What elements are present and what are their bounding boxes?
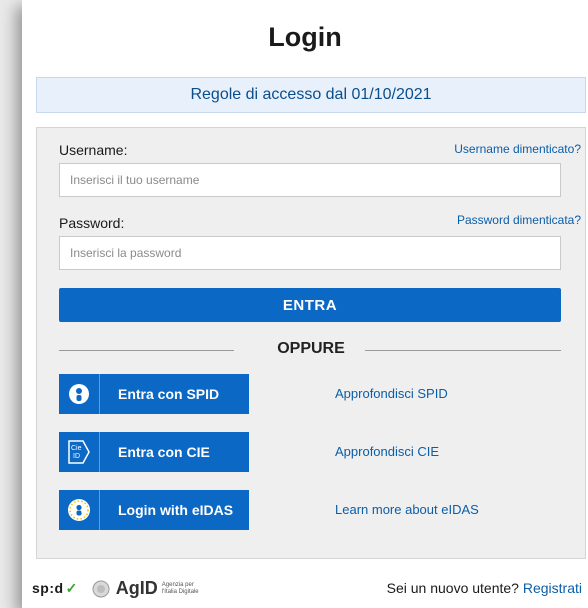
- agid-emblem-icon: [92, 580, 110, 597]
- cie-login-button[interactable]: Cie ID Entra con CIE: [59, 432, 249, 472]
- password-input[interactable]: [59, 236, 561, 270]
- page-title: Login: [268, 22, 342, 52]
- forgot-username-link[interactable]: Username dimenticato?: [454, 142, 581, 156]
- login-submit-button[interactable]: ENTRA: [59, 288, 561, 322]
- cie-button-label: Entra con CIE: [118, 444, 210, 460]
- register-prompt: Sei un nuovo utente? Registrati: [387, 580, 582, 596]
- eidas-button-label: Login with eIDAS: [118, 502, 234, 518]
- agid-subtitle: Agenzia per l'Italia Digitale: [161, 581, 199, 595]
- agid-logo-text: AgID: [115, 578, 158, 598]
- access-rules-notice[interactable]: Regole di accesso dal 01/10/2021: [36, 77, 586, 113]
- spid-logo: sp:d ✓: [32, 580, 78, 597]
- cie-more-link[interactable]: Approfondisci CIE: [335, 444, 439, 459]
- divider-right: [365, 350, 561, 351]
- login-form: Username: Username dimenticato? Password…: [36, 127, 586, 559]
- forgot-password-link[interactable]: Password dimenticata?: [457, 213, 581, 227]
- password-label: Password:: [59, 215, 125, 231]
- eidas-more-link[interactable]: Learn more about eIDAS: [335, 502, 479, 517]
- spid-more-link[interactable]: Approfondisci SPID: [335, 386, 448, 401]
- spid-logo-text: sp:d: [32, 580, 64, 596]
- agid-logo: AgID Agenzia per l'Italia Digitale: [92, 578, 206, 599]
- spid-login-button[interactable]: Entra con SPID: [59, 374, 249, 414]
- new-user-text: Sei un nuovo utente?: [386, 580, 519, 596]
- cie-icon-text-bottom: ID: [73, 453, 80, 460]
- footer-logos: sp:d ✓ AgID Agenzia per l'Italia Digitale: [32, 578, 206, 599]
- username-input[interactable]: [59, 163, 561, 197]
- check-icon: ✓: [65, 580, 78, 596]
- login-panel: Login Regole di accesso dal 01/10/2021 U…: [22, 0, 588, 608]
- register-link[interactable]: Registrati: [523, 580, 582, 596]
- cie-id-icon: Cie ID: [59, 432, 100, 472]
- eidas-icon: [59, 490, 100, 530]
- user-icon: [59, 374, 100, 414]
- cie-icon-text-top: Cie: [71, 445, 82, 452]
- eidas-login-button[interactable]: Login with eIDAS: [59, 490, 249, 530]
- divider-label: OPPURE: [277, 340, 345, 357]
- spid-button-label: Entra con SPID: [118, 386, 220, 402]
- username-label: Username:: [59, 142, 128, 158]
